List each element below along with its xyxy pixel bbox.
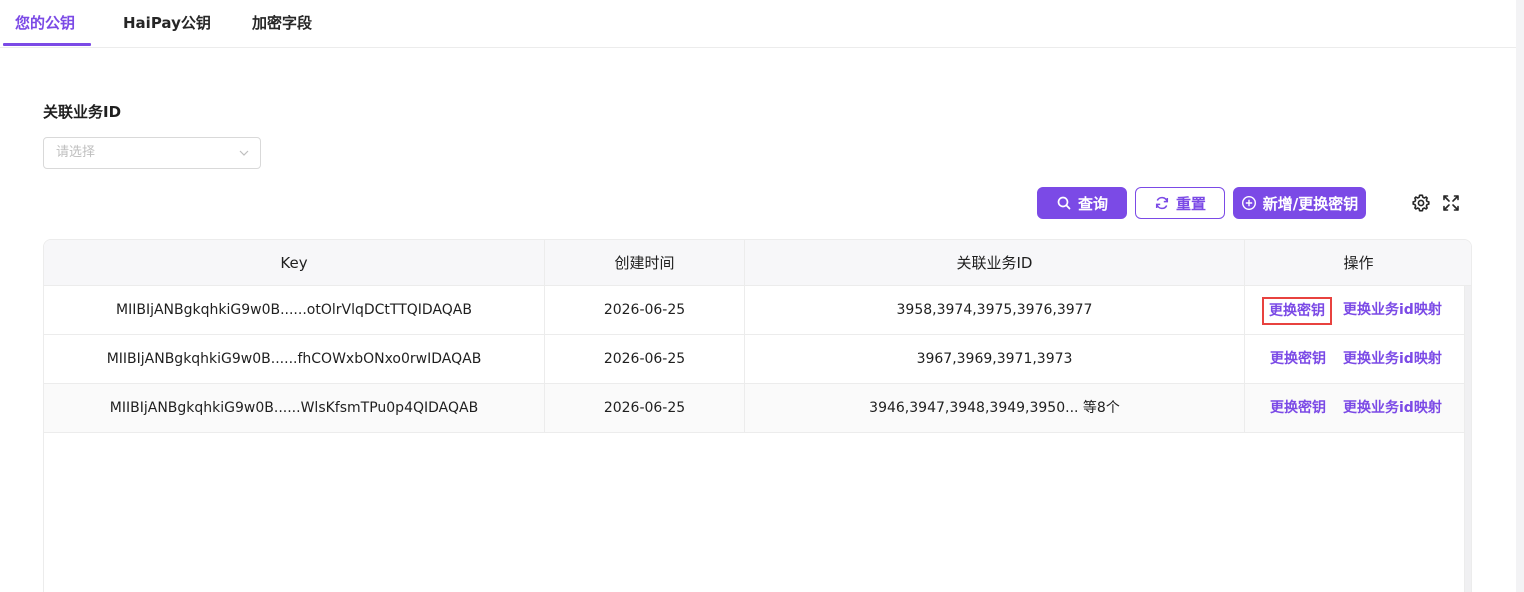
select-placeholder: 请选择 [56, 145, 96, 160]
table-header: Key 创建时间 关联业务ID 操作 [44, 240, 1471, 286]
replace-key-link[interactable]: 更换密钥 [1270, 335, 1326, 383]
column-header-actions: 操作 [1343, 254, 1374, 272]
business-id-cell: 3958,3974,3975,3976,3977 [745, 286, 1245, 334]
reset-button[interactable]: 重置 [1135, 187, 1225, 219]
add-replace-key-button[interactable]: 新增/更换密钥 [1233, 187, 1366, 219]
column-header-created: 创建时间 [545, 240, 745, 286]
actions-cell: 更换密钥 更换业务id映射 [1245, 335, 1464, 383]
key-cell: MIIBIjANBgkqhkiG9w0B......fhCOWxbONxo0rw… [44, 335, 545, 383]
query-button-label: 查询 [1077, 194, 1108, 213]
query-button[interactable]: 查询 [1037, 187, 1127, 219]
replace-key-link[interactable]: 更换密钥 [1270, 384, 1326, 432]
tab-bar: 您的公钥 HaiPay公钥 加密字段 [0, 0, 1516, 48]
fullscreen-icon[interactable] [1441, 193, 1461, 213]
plus-circle-icon [1241, 195, 1256, 211]
replace-key-link[interactable]: 更换密钥 [1262, 297, 1332, 325]
table-row: MIIBIjANBgkqhkiG9w0B......otOlrVlqDCtTTQ… [44, 286, 1464, 335]
tab-haipay-public-key[interactable]: HaiPay公钥 [123, 0, 211, 47]
business-id-cell: 3967,3969,3971,3973 [745, 335, 1245, 383]
created-cell: 2026-06-25 [545, 286, 745, 334]
created-cell: 2026-06-25 [545, 335, 745, 383]
business-id-select[interactable]: 请选择 [43, 137, 261, 169]
filter-label: 关联业务ID [43, 103, 122, 121]
table-scrollbar[interactable] [1464, 286, 1471, 592]
search-icon [1057, 196, 1071, 210]
chevron-down-icon [239, 150, 249, 156]
column-header-key: Key [44, 240, 545, 286]
replace-business-id-mapping-link[interactable]: 更换业务id映射 [1343, 384, 1442, 432]
business-id-cell: 3946,3947,3948,3949,3950... 等8个 [745, 384, 1245, 432]
key-cell: MIIBIjANBgkqhkiG9w0B......otOlrVlqDCtTTQ… [44, 286, 545, 334]
table-row: MIIBIjANBgkqhkiG9w0B......WlsKfsmTPu0p4Q… [44, 384, 1464, 433]
column-header-business-id: 关联业务ID [745, 240, 1245, 286]
tab-your-public-key[interactable]: 您的公钥 [15, 0, 75, 47]
table-row: MIIBIjANBgkqhkiG9w0B......fhCOWxbONxo0rw… [44, 335, 1464, 384]
actions-cell: 更换密钥 更换业务id映射 [1245, 384, 1464, 432]
page-scrollbar[interactable] [1516, 0, 1524, 592]
public-key-table: Key 创建时间 关联业务ID 操作 MIIBIjANBgkqhkiG9w0B.… [43, 239, 1472, 592]
actions-cell: 更换密钥 更换业务id映射 [1245, 286, 1464, 334]
active-tab-indicator [3, 43, 91, 46]
created-cell: 2026-06-25 [545, 384, 745, 432]
gear-icon[interactable] [1411, 193, 1431, 213]
reset-button-label: 重置 [1175, 194, 1206, 213]
refresh-icon [1155, 196, 1169, 210]
tab-encrypted-fields[interactable]: 加密字段 [252, 0, 312, 47]
key-cell: MIIBIjANBgkqhkiG9w0B......WlsKfsmTPu0p4Q… [44, 384, 545, 432]
replace-business-id-mapping-link[interactable]: 更换业务id映射 [1343, 335, 1442, 383]
add-replace-key-label: 新增/更换密钥 [1262, 194, 1359, 213]
replace-business-id-mapping-link[interactable]: 更换业务id映射 [1343, 286, 1442, 334]
